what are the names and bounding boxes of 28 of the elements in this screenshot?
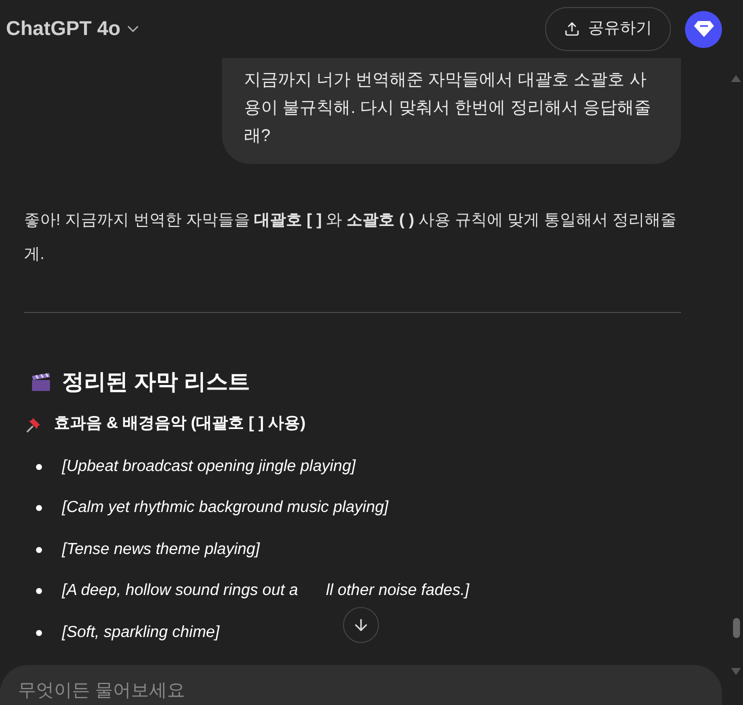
list-item-text: [Calm yet rhythmic background music playing] xyxy=(62,498,388,518)
list-item-text: [Tense news theme playing] xyxy=(62,540,260,560)
diamond-icon xyxy=(694,20,714,38)
scrollbar-thumb[interactable] xyxy=(732,618,740,638)
assistant-message: 좋아! 지금까지 번역한 자막들을 대괄호 [ ] 와 소괄호 ( ) 사용 규칙에 맞게 통일해서 정리해줄게. xyxy=(24,211,678,265)
subheading: 효과음 & 배경음악 (대괄호 [ ] 사용) xyxy=(54,414,306,434)
bullet-icon xyxy=(36,546,42,553)
avatar[interactable] xyxy=(685,10,722,48)
input-text: 무엇이든 물어보세요 xyxy=(18,677,618,704)
list-item-text: [Soft, sparkling chime] xyxy=(62,622,220,643)
arrow-down-icon xyxy=(352,616,370,634)
bullet-icon xyxy=(36,464,42,470)
message-input[interactable]: 무엇이든 물어보세요 xyxy=(0,665,722,705)
bullet-icon xyxy=(36,630,42,636)
scroll-up-arrow-icon[interactable] xyxy=(731,75,741,82)
scroll-down-button[interactable] xyxy=(343,607,379,643)
share-icon xyxy=(564,21,580,37)
section-heading: 정리된 자막 리스트 xyxy=(62,368,250,396)
share-button[interactable]: 공유하기 xyxy=(545,7,671,51)
scroll-down-arrow-icon[interactable] xyxy=(731,668,741,675)
list-item-text: ll other noise fades.] xyxy=(326,581,470,602)
list-item-text: [Upbeat broadcast opening jingle playing] xyxy=(62,456,356,477)
bullet-icon xyxy=(36,505,42,512)
model-selector[interactable]: ChatGPT 4o xyxy=(6,14,142,44)
user-message: 지금까지 너가 번역해준 자막들에서 대괄호 소괄호 사용이 불규칙해. 다시 맞춰서 한번에 정리해서 응답해줄래? xyxy=(222,58,681,164)
clapperboard-icon xyxy=(30,370,52,392)
list-item-text: [A deep, hollow sound rings out a xyxy=(62,581,298,602)
bullet-icon xyxy=(36,588,42,594)
